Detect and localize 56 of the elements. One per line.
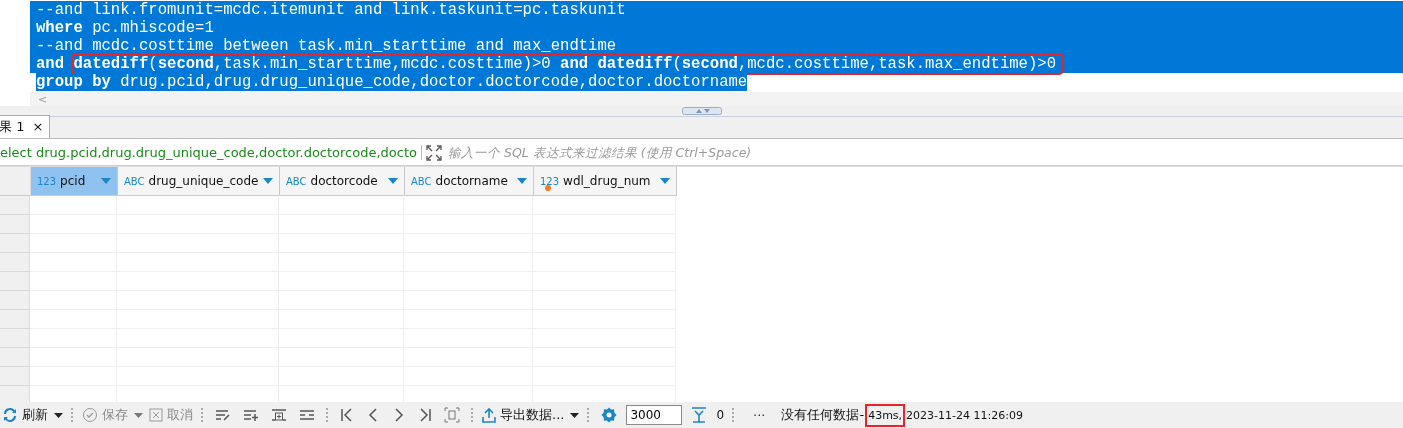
code-token: ,mcdc.costtime,task.max_endtime)>0 [737, 55, 1057, 73]
add-row-icon[interactable] [243, 408, 259, 422]
column-header[interactable]: 123 pcid [31, 167, 118, 196]
refresh-icon [2, 407, 18, 423]
status-text: 2023-11-24 11:26:09 [906, 408, 1023, 422]
close-icon[interactable]: × [32, 119, 44, 134]
settings-icon[interactable] [601, 407, 618, 423]
status-text: 没有任何数据- [781, 406, 865, 424]
copy-row-icon[interactable] [271, 408, 287, 422]
code-token: where [36, 19, 83, 37]
refresh-button[interactable]: 刷新 [2, 406, 48, 424]
code-token: group by [36, 73, 111, 91]
first-page-icon[interactable] [340, 408, 354, 422]
filter-field[interactable]: 输入一个 SQL 表达式来过滤结果 (使用 Ctrl+Space) [446, 144, 1403, 161]
code-token: ( [148, 55, 158, 73]
previous-icon[interactable] [366, 408, 380, 422]
fetch-all-icon[interactable] [691, 407, 708, 423]
code-token: and [36, 55, 66, 73]
column-header[interactable]: ABC doctorcode [280, 167, 405, 196]
delete-row-icon[interactable] [299, 408, 315, 422]
export-button[interactable]: 导出数据... [482, 406, 565, 424]
last-page-icon[interactable] [418, 408, 432, 422]
next-icon[interactable] [392, 408, 406, 422]
code-token: pc.mhiscode=1 [91, 19, 214, 37]
results-tab[interactable]: 果 1 × [0, 115, 51, 138]
row-count: 0 [716, 408, 725, 422]
fetch-size-field[interactable]: 3000 [626, 405, 683, 425]
column-header[interactable]: ABC drug_unique_code [118, 167, 280, 196]
code-token: drug.pcid,drug.drug_unique_code,doctor.doctorcode,doctor.doctorname [119, 73, 748, 91]
code-token: and datediff [560, 55, 673, 73]
check-icon [82, 407, 98, 423]
code-token: --and link.fromunit=mcdc.itemunit and link.taskunit=pc.taskunit [36, 1, 626, 19]
edit-rows-icon[interactable] [215, 408, 231, 422]
code-token: ,task.min_starttime,mcdc.costtime)>0 [213, 55, 552, 73]
caret-icon[interactable] [660, 178, 670, 184]
code-token: second [681, 55, 738, 73]
more-button[interactable]: ··· [753, 407, 766, 423]
query-text: elect drug.pcid,drug.drug_unique_code,doctor.doctorcode,docto [0, 145, 422, 160]
dropdown-icon[interactable] [570, 412, 580, 418]
code-token: ( [672, 55, 682, 73]
code-token: datediff [73, 55, 149, 73]
execution-time: 43ms, [867, 405, 904, 425]
caret-icon[interactable] [517, 178, 527, 184]
upload-icon [482, 407, 496, 423]
column-header[interactable]: 123 wdl_drug_num [534, 167, 677, 196]
splitter-handle[interactable] [681, 107, 722, 115]
column-header[interactable]: ABC doctorname [405, 167, 534, 196]
close-box-icon [149, 408, 163, 422]
expand-icon[interactable] [426, 144, 442, 161]
record-view-icon[interactable] [444, 407, 460, 423]
code-token: second [157, 55, 214, 73]
caret-icon[interactable] [101, 178, 111, 184]
caret-icon[interactable] [388, 178, 398, 184]
code-token: --and mcdc.costtime between task.min_starttime and max_endtime [36, 37, 617, 55]
dropdown-icon[interactable] [54, 412, 63, 418]
caret-icon[interactable] [263, 178, 273, 184]
